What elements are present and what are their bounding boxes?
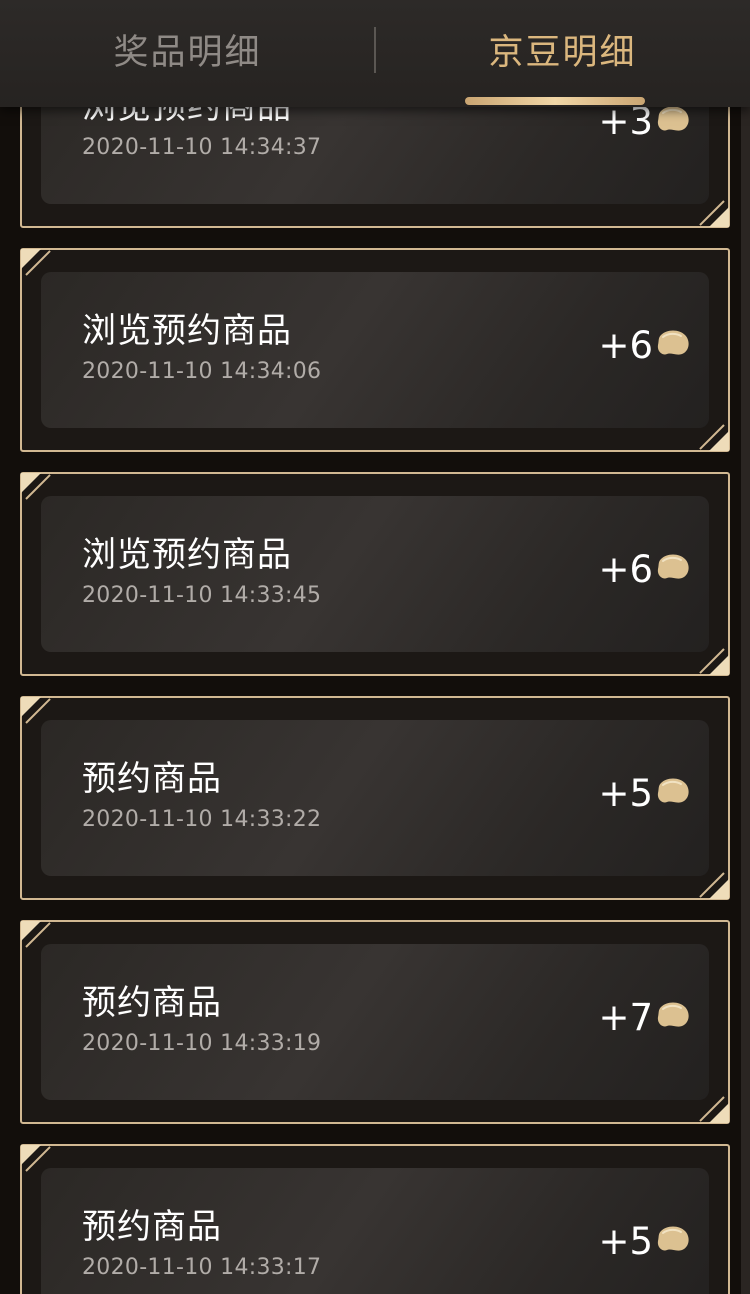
record-time: 2020-11-10 14:34:06 — [82, 359, 322, 384]
record-card-body: 浏览预约商品 2020-11-10 14:33:45 +6 — [41, 496, 709, 652]
record-points: +7 — [598, 996, 653, 1039]
record-title: 浏览预约商品 — [82, 535, 292, 575]
record-card-body: 预约商品 2020-11-10 14:33:19 +7 — [41, 944, 709, 1100]
record-card-body: 预约商品 2020-11-10 14:33:17 +5 — [41, 1168, 709, 1294]
record-points: +6 — [598, 548, 653, 591]
jd-bean-icon — [657, 330, 689, 355]
record-card[interactable]: 预约商品 2020-11-10 14:33:17 +5 — [20, 1144, 730, 1294]
record-points: +5 — [598, 772, 653, 815]
card-corner — [21, 249, 41, 269]
jd-bean-icon — [657, 778, 689, 803]
card-corner — [21, 1145, 41, 1165]
jd-bean-icon — [657, 554, 689, 579]
active-tab-indicator — [465, 97, 645, 105]
record-time: 2020-11-10 14:33:17 — [82, 1255, 322, 1280]
card-corner — [709, 207, 729, 227]
record-card[interactable]: 浏览预约商品 2020-11-10 14:33:45 +6 — [20, 472, 730, 676]
record-time: 2020-11-10 14:33:45 — [82, 583, 322, 608]
card-corner — [21, 473, 41, 493]
record-title: 浏览预约商品 — [82, 311, 292, 351]
card-corner — [709, 879, 729, 899]
record-card-body: 浏览预约商品 2020-11-10 14:34:06 +6 — [41, 272, 709, 428]
card-corner — [709, 655, 729, 675]
tab-bean-detail[interactable]: 京豆明细 — [375, 0, 750, 107]
record-card[interactable]: 预约商品 2020-11-10 14:33:22 +5 — [20, 696, 730, 900]
jd-bean-icon — [657, 1226, 689, 1251]
record-title: 预约商品 — [82, 1207, 222, 1247]
detail-tab-bar: 奖品明细 京豆明细 — [0, 0, 750, 107]
card-corner — [21, 697, 41, 717]
record-card[interactable]: 预约商品 2020-11-10 14:33:19 +7 — [20, 920, 730, 1124]
scrollbar[interactable] — [741, 40, 750, 1294]
card-corner — [21, 921, 41, 941]
tab-prize-detail[interactable]: 奖品明细 — [0, 0, 375, 107]
jd-bean-icon — [657, 106, 689, 131]
card-corner — [709, 1103, 729, 1123]
bean-detail-page: 浏览预约商品 2020-11-10 14:34:37 +3 浏览预约商品 202… — [0, 0, 750, 1294]
card-corner — [709, 431, 729, 451]
record-card-body: 预约商品 2020-11-10 14:33:22 +5 — [41, 720, 709, 876]
record-time: 2020-11-10 14:33:19 — [82, 1031, 322, 1056]
record-points: +6 — [598, 324, 653, 367]
record-time: 2020-11-10 14:33:22 — [82, 807, 322, 832]
record-points: +5 — [598, 1220, 653, 1263]
record-title: 预约商品 — [82, 983, 222, 1023]
record-time: 2020-11-10 14:34:37 — [82, 135, 322, 160]
record-title: 预约商品 — [82, 759, 222, 799]
record-card[interactable]: 浏览预约商品 2020-11-10 14:34:06 +6 — [20, 248, 730, 452]
jd-bean-icon — [657, 1002, 689, 1027]
